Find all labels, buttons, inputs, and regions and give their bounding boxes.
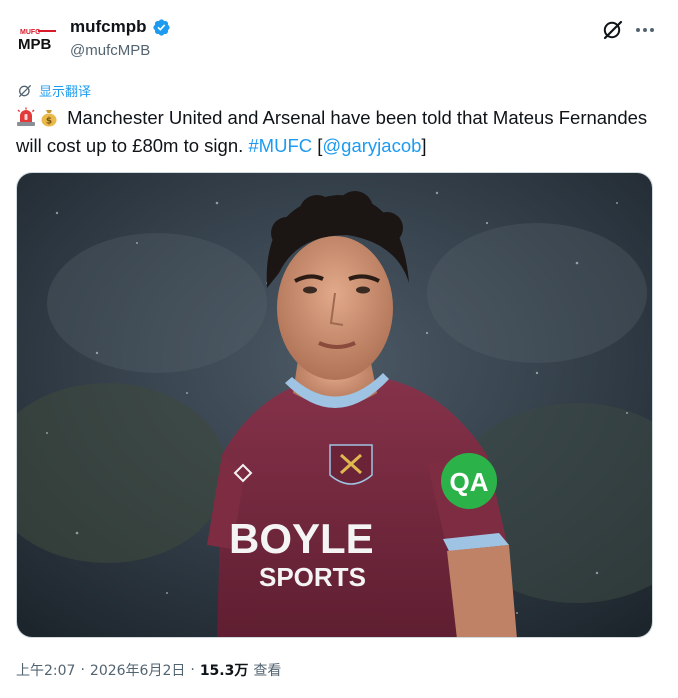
verified-badge-icon[interactable] xyxy=(152,18,171,37)
kit-sponsor-line1: BOYLE xyxy=(229,515,374,562)
tweet-time[interactable]: 上午2:07 xyxy=(16,660,75,680)
avatar-logo: MUFC MPB xyxy=(16,18,60,62)
show-translation-button[interactable]: 显示翻译 xyxy=(17,81,91,100)
avatar[interactable]: MUFC MPB xyxy=(16,18,60,62)
money-bag-icon: $ xyxy=(41,110,57,127)
tweet-card: MUFC MPB mufcmpb @mufcMPB 显示翻译 $ Manches… xyxy=(0,0,678,698)
avatar-text: MPB xyxy=(18,36,52,53)
tweet-media-photo[interactable]: BOYLE SPORTS QA xyxy=(16,172,653,638)
player-photo: BOYLE SPORTS QA xyxy=(17,173,652,637)
show-translation-label: 显示翻译 xyxy=(39,85,92,100)
author-handle[interactable]: @mufcMPB xyxy=(70,42,150,59)
more-options-icon[interactable] xyxy=(632,18,658,42)
kit-sponsor-line2: SPORTS xyxy=(259,562,366,592)
tweet-text: $ Manchester United and Arsenal have bee… xyxy=(16,104,656,160)
tweet-meta: 上午2:07 · 2026年6月2日 · 15.3万 查看 xyxy=(16,660,281,680)
views-count: 15.3万 xyxy=(199,663,249,679)
views-label: 查看 xyxy=(253,663,282,679)
grok-icon[interactable] xyxy=(601,18,625,42)
mention-link[interactable]: @garyjacob xyxy=(322,135,421,156)
sleeve-badge-text: QA xyxy=(450,467,489,497)
more-dot xyxy=(650,28,654,32)
tweet-date[interactable]: 2026年6月2日 xyxy=(90,660,185,680)
svg-text:$: $ xyxy=(46,117,52,127)
mention-close-bracket: ] xyxy=(421,135,427,156)
avatar-small-text: MUFC xyxy=(20,29,40,36)
more-dot xyxy=(643,28,647,32)
siren-icon xyxy=(17,107,35,126)
more-dot xyxy=(636,28,640,32)
translate-icon xyxy=(19,84,31,97)
hashtag-link[interactable]: #MUFC xyxy=(248,135,312,156)
author-name-row: mufcmpb xyxy=(70,17,171,37)
meta-separator: · xyxy=(190,662,195,678)
meta-separator: · xyxy=(80,662,85,678)
author-display-name[interactable]: mufcmpb xyxy=(70,17,147,37)
